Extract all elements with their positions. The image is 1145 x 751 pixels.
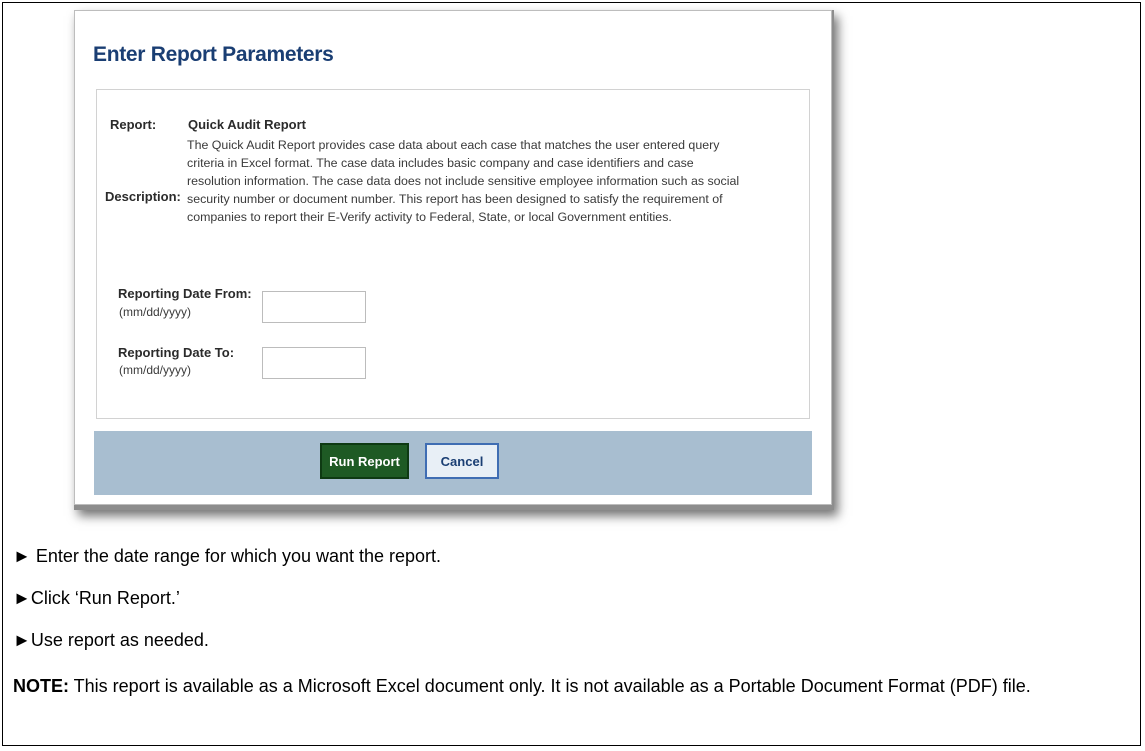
date-to-format-hint: (mm/dd/yyyy): [119, 363, 191, 377]
report-label: Report:: [110, 117, 157, 132]
description-line: security number or document number. This…: [187, 192, 723, 206]
note-label: NOTE:: [13, 676, 69, 696]
note-text: NOTE: This report is available as a Micr…: [13, 674, 1123, 699]
parameters-box: Report: Quick Audit Report Description: …: [96, 89, 810, 419]
report-name: Quick Audit Report: [188, 117, 306, 132]
note-body: This report is available as a Microsoft …: [69, 676, 1031, 696]
description-line: The Quick Audit Report provides case dat…: [187, 138, 720, 152]
description-text: The Quick Audit Report provides case dat…: [187, 136, 807, 226]
date-from-input[interactable]: [262, 291, 366, 323]
date-to-label: Reporting Date To:: [118, 345, 235, 360]
date-to-input[interactable]: [262, 347, 366, 379]
dialog-title: Enter Report Parameters: [93, 43, 334, 66]
description-line: companies to report their E-Verify activ…: [187, 210, 672, 224]
date-from-label: Reporting Date From:: [118, 286, 252, 301]
date-from-format-hint: (mm/dd/yyyy): [119, 305, 191, 319]
instruction-step: ►Use report as needed.: [13, 630, 209, 650]
description-line: criteria in Excel format. The case data …: [187, 156, 694, 170]
instruction-step: ►Click ‘Run Report.’: [13, 588, 180, 608]
run-report-button[interactable]: Run Report: [320, 443, 409, 479]
instruction-step: ► Enter the date range for which you wan…: [13, 546, 442, 566]
report-parameters-dialog: Enter Report Parameters Report: Quick Au…: [74, 10, 832, 505]
description-line: resolution information. The case data do…: [187, 174, 740, 188]
button-bar: Run Report Cancel: [94, 431, 812, 495]
cancel-button[interactable]: Cancel: [425, 443, 499, 479]
description-label: Description:: [105, 189, 181, 204]
